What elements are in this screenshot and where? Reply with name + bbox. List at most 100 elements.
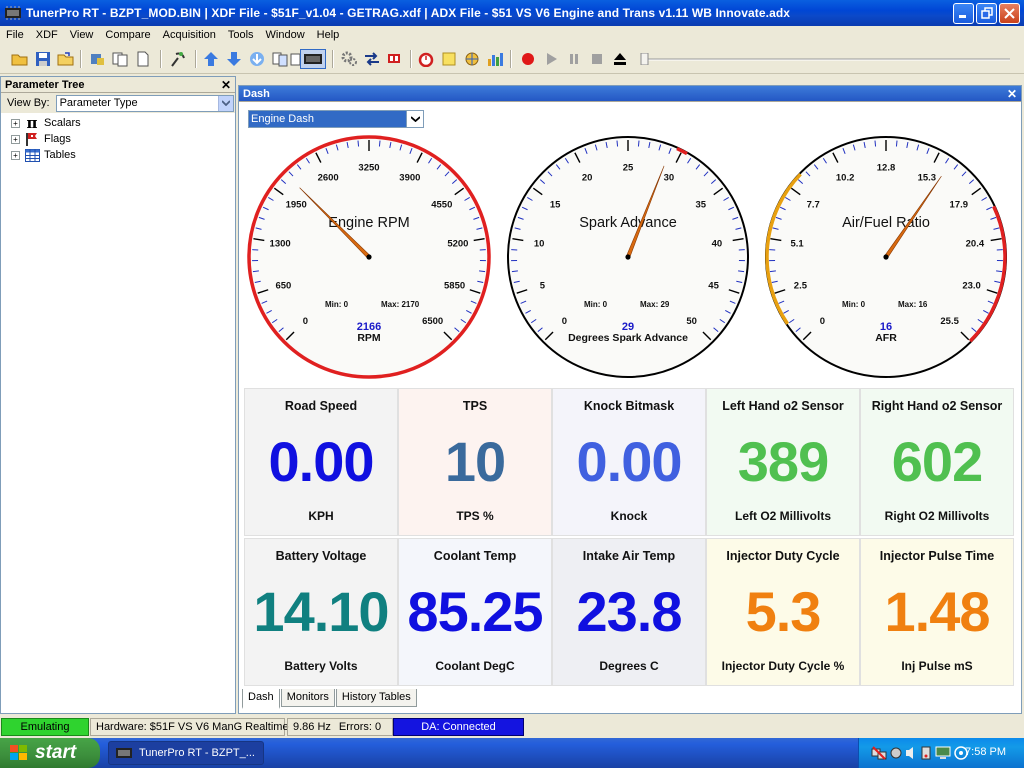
tile-value: 0.00 (576, 430, 683, 493)
gauge-minor-tick (378, 140, 381, 147)
tree-item-flags[interactable]: + Flags (1, 131, 235, 147)
view-by-select[interactable]: Parameter Type (55, 94, 234, 112)
pause-icon (570, 54, 578, 64)
tree-item-label: Tables (44, 149, 76, 161)
emulating-status: Emulating (1, 718, 89, 736)
down-arrow-icon (227, 52, 241, 66)
pi-icon: π (26, 114, 38, 132)
taskbar-item-tunerpro[interactable]: TunerPro RT - BZPT_... (108, 741, 264, 765)
close-parameter-tree-button[interactable]: ✕ (221, 78, 231, 92)
stop-button[interactable] (587, 49, 607, 69)
gauge-tick-label: 50 (686, 316, 697, 327)
menu-view[interactable]: View (64, 29, 100, 41)
taskbar-item-label: TunerPro RT - BZPT_... (139, 747, 255, 759)
gauge-tick-label: 25 (623, 163, 634, 174)
menu-compare[interactable]: Compare (99, 29, 156, 41)
new-icon (137, 51, 149, 67)
dash-select-value: Engine Dash (251, 113, 314, 125)
swap-button[interactable] (362, 49, 382, 69)
expand-icon[interactable]: + (11, 118, 20, 128)
save-icon (36, 52, 50, 66)
menu-help[interactable]: Help (311, 29, 346, 41)
gauge-tick-label: 5 (540, 280, 546, 291)
compare-button[interactable] (270, 49, 290, 69)
eject-button[interactable] (610, 49, 630, 69)
download-icon (250, 52, 264, 66)
rate-value: 9.86 Hz (293, 721, 331, 733)
expand-icon[interactable]: + (11, 134, 20, 144)
tile-title: Left Hand o2 Sensor (722, 399, 844, 413)
chip-button[interactable] (87, 49, 107, 69)
download-button[interactable] (247, 49, 267, 69)
tile-unit: TPS % (456, 509, 494, 523)
maximize-button[interactable] (976, 2, 997, 24)
view-by-row: View By: Parameter Type (1, 93, 235, 113)
close-window-button[interactable] (999, 2, 1020, 24)
tree-item-scalars[interactable]: + π Scalars (1, 114, 235, 132)
gauge-tick-label: 45 (708, 280, 719, 291)
volume-icon[interactable] (905, 745, 917, 761)
tree-item-tables[interactable]: + Tables (1, 147, 235, 163)
gauge-tick-label: 15 (550, 200, 561, 211)
new-button[interactable] (133, 49, 153, 69)
usb-icon[interactable] (919, 745, 933, 761)
gauge-tick-label: 1300 (270, 238, 291, 249)
stopwatch-button[interactable] (416, 49, 436, 69)
gauge-hub (366, 254, 372, 260)
note-button[interactable] (439, 49, 459, 69)
copy-button[interactable] (110, 49, 130, 69)
gauge-tick-label: 40 (712, 238, 723, 249)
download-arrow-button[interactable] (224, 49, 244, 69)
tile-left-hand-o2-sensor: Left Hand o2 Sensor 389 Left O2 Millivolts (706, 388, 860, 536)
menu-xdf[interactable]: XDF (30, 29, 64, 41)
gauge-tick-label: 2600 (318, 172, 339, 183)
gauge-tick-label: 10.2 (836, 172, 855, 183)
hardware-icon[interactable] (889, 745, 903, 761)
tab-history-tables[interactable]: History Tables (335, 689, 417, 707)
gauge-tick-label: 5850 (444, 280, 465, 291)
gauge-tick-label: 0 (820, 316, 825, 327)
tab-dash[interactable]: Dash (242, 689, 280, 709)
tab-monitors[interactable]: Monitors (280, 689, 335, 707)
tile-road-speed: Road Speed 0.00 KPH (244, 388, 398, 536)
display-icon[interactable] (935, 745, 951, 761)
open-folder-button[interactable] (56, 49, 76, 69)
close-dash-button[interactable]: ✕ (1007, 87, 1017, 101)
playback-slider[interactable] (640, 53, 1012, 65)
tile-unit: Knock (610, 509, 648, 523)
record-button[interactable] (518, 49, 538, 69)
menu-tools[interactable]: Tools (222, 29, 260, 41)
open-icon (11, 54, 28, 66)
dash-select[interactable]: Engine Dash (248, 110, 424, 128)
pause-button[interactable] (564, 49, 584, 69)
menu-acquisition[interactable]: Acquisition (157, 29, 222, 41)
tile-unit: Inj Pulse mS (901, 659, 973, 673)
chevron-down-icon (406, 111, 423, 127)
tile-title: Injector Pulse Time (879, 549, 995, 563)
gauge-unit: Degrees Spark Advance (568, 332, 688, 344)
probe-button[interactable] (168, 49, 188, 69)
probe-icon (171, 52, 185, 67)
gauge-title: Spark Advance (579, 215, 677, 231)
chart-button[interactable] (485, 49, 505, 69)
network-icon[interactable] (871, 745, 887, 761)
toolbar (0, 44, 1024, 74)
tile-value: 1.48 (884, 580, 991, 643)
upload-button[interactable] (201, 49, 221, 69)
start-button[interactable]: start (0, 738, 100, 768)
emulator-button[interactable] (300, 49, 326, 69)
globe-button[interactable] (462, 49, 482, 69)
close-icon (1004, 7, 1015, 19)
flag-bar-button[interactable] (385, 49, 405, 69)
tile-value: 5.3 (745, 580, 822, 643)
menu-window[interactable]: Window (260, 29, 311, 41)
expand-icon[interactable]: + (11, 150, 20, 160)
tile-value: 85.25 (407, 580, 543, 643)
menu-file[interactable]: File (0, 29, 30, 41)
save-button[interactable] (33, 49, 53, 69)
open-button[interactable] (10, 49, 30, 69)
minimize-button[interactable] (953, 2, 974, 24)
gauge-minor-tick (874, 140, 877, 147)
play-button[interactable] (541, 49, 561, 69)
settings-button[interactable] (339, 49, 359, 69)
